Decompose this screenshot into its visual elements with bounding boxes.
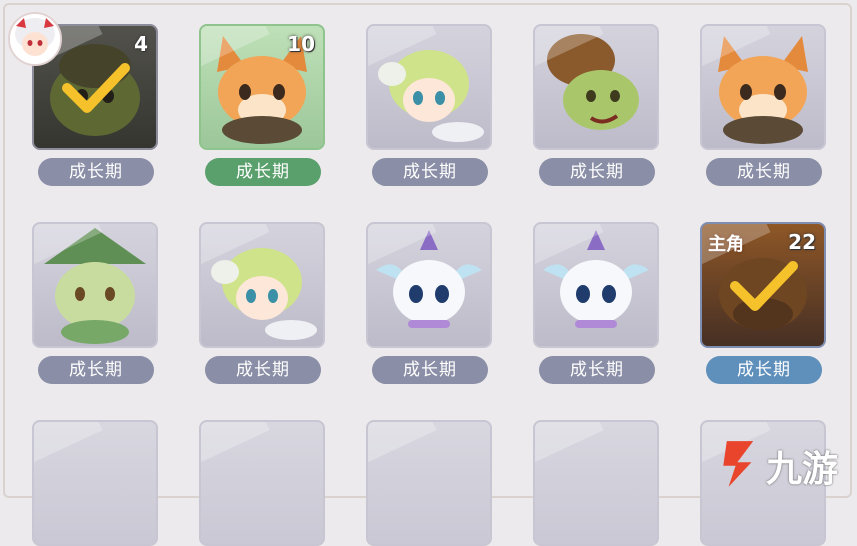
pet-card-empty[interactable] xyxy=(32,420,158,546)
pet-card-empty[interactable] xyxy=(533,420,659,546)
avatar-girl-icon xyxy=(10,14,60,64)
stage-label: 成长期 xyxy=(372,356,488,384)
pet-card[interactable] xyxy=(366,24,492,150)
pet-card[interactable] xyxy=(533,222,659,348)
checkmark-icon xyxy=(62,63,130,113)
pet-card[interactable]: 10 xyxy=(199,24,325,150)
crystal-dragon-icon xyxy=(543,230,649,328)
pet-count: 10 xyxy=(287,32,315,56)
pet-card[interactable] xyxy=(700,24,826,150)
stage-label: 成长期 xyxy=(539,158,655,186)
stage-label: 成长期 xyxy=(539,356,655,384)
pet-count: 22 xyxy=(788,230,816,254)
stage-label: 成长期 xyxy=(372,158,488,186)
stage-label: 成长期 xyxy=(38,158,154,186)
flame-logo-icon xyxy=(723,441,754,487)
stage-label: 成长期 xyxy=(205,356,321,384)
pet-card-empty[interactable] xyxy=(199,420,325,546)
pet-grid: 4 成长期 10 成长期 成长期 成长期 成长期 成长期 成长期 成长期 成长期… xyxy=(0,0,857,546)
stage-label: 成长期 xyxy=(706,158,822,186)
watermark-text: 九游 xyxy=(766,449,839,490)
pet-card[interactable] xyxy=(32,222,158,348)
player-avatar[interactable] xyxy=(8,12,62,66)
fox-icon xyxy=(718,36,808,144)
stage-label: 成长期 xyxy=(205,158,321,186)
sprout-girl-icon xyxy=(211,248,317,340)
pet-card[interactable]: 主角 22 xyxy=(700,222,826,348)
leaf-cat-icon xyxy=(44,228,146,344)
pet-card-empty[interactable] xyxy=(366,420,492,546)
stage-label: 成长期 xyxy=(38,356,154,384)
pet-card[interactable] xyxy=(533,24,659,150)
sprout-girl-icon xyxy=(378,50,484,142)
pet-count: 4 xyxy=(134,32,148,56)
watermark-logo: 九游 xyxy=(712,428,857,502)
checkmark-icon xyxy=(730,261,798,311)
pet-card[interactable] xyxy=(366,222,492,348)
crystal-dragon-icon xyxy=(376,230,482,328)
stage-label: 成长期 xyxy=(706,356,822,384)
pet-card[interactable] xyxy=(199,222,325,348)
lead-badge: 主角 xyxy=(708,234,744,255)
turtle-icon xyxy=(547,34,639,130)
